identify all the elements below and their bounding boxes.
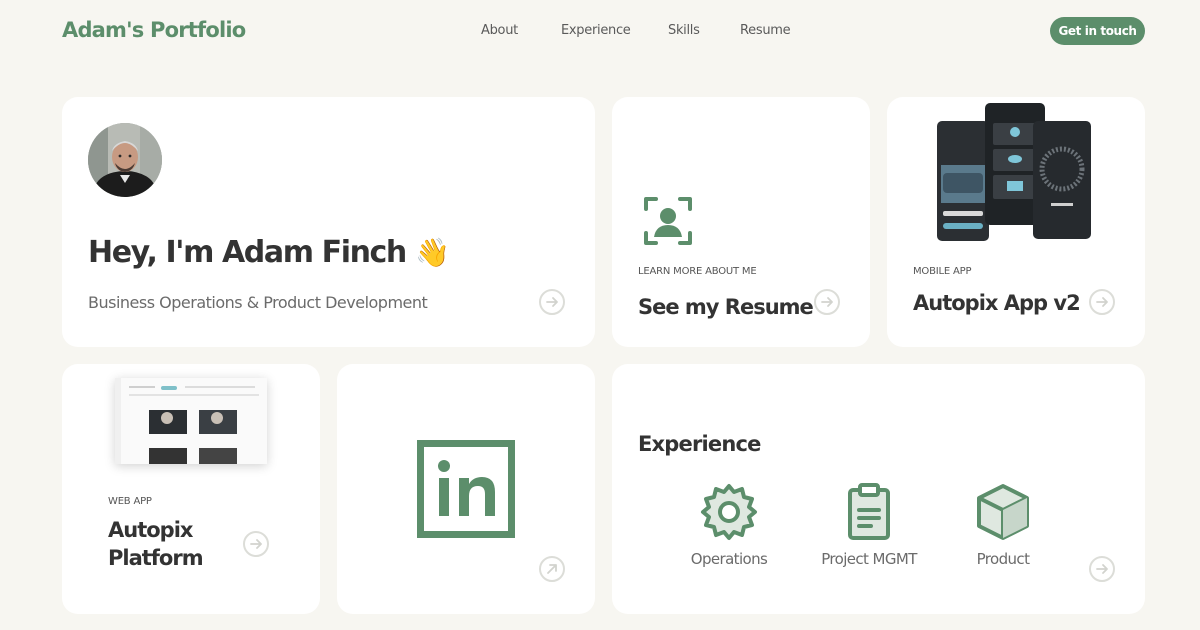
hero-title: Hey, I'm Adam Finch 👋 — [88, 235, 450, 270]
linkedin-card[interactable] — [337, 364, 595, 614]
top-nav: Adam's Portfolio About Experience Skills… — [0, 0, 1200, 62]
nav-link-experience[interactable]: Experience — [561, 23, 631, 38]
mobile-app-title: Autopix App v2 — [913, 291, 1081, 315]
experience-label: Product — [976, 550, 1030, 568]
arrow-up-right-icon — [547, 564, 557, 574]
experience-label: Project MGMT — [821, 550, 917, 568]
nav-link-resume[interactable]: Resume — [740, 23, 791, 38]
clipboard-icon — [848, 483, 890, 540]
resume-title: See my Resume — [638, 295, 814, 319]
experience-item-project-mgmt[interactable]: Project MGMT — [809, 482, 929, 568]
experience-item-product[interactable]: Product — [948, 482, 1058, 568]
experience-card[interactable]: Experience Operations Project MGMT Produ… — [612, 364, 1145, 614]
box-icon — [977, 484, 1029, 540]
mobile-app-card[interactable]: MOBILE APP Autopix App v2 — [887, 97, 1145, 347]
resume-card[interactable]: LEARN MORE ABOUT ME See my Resume — [612, 97, 870, 347]
resume-arrow-button[interactable] — [814, 289, 840, 315]
mobile-app-arrow-button[interactable] — [1089, 289, 1115, 315]
hero-subtitle: Business Operations & Product Developmen… — [88, 293, 428, 312]
experience-item-operations[interactable]: Operations — [674, 482, 784, 568]
web-app-arrow-button[interactable] — [243, 531, 269, 557]
experience-title: Experience — [638, 432, 761, 456]
experience-label: Operations — [690, 550, 768, 568]
hero-card: Hey, I'm Adam Finch 👋 Business Operation… — [62, 97, 595, 347]
linkedin-icon — [417, 440, 515, 538]
nav-link-skills[interactable]: Skills — [668, 23, 700, 38]
arrow-right-icon — [250, 539, 262, 549]
arrow-right-icon — [821, 297, 833, 307]
resume-eyebrow: LEARN MORE ABOUT ME — [638, 266, 757, 277]
arrow-right-icon — [1096, 297, 1108, 307]
web-app-screenshot — [115, 378, 267, 464]
get-in-touch-button[interactable]: Get in touch — [1050, 17, 1145, 45]
user-scan-icon — [644, 197, 692, 245]
avatar — [88, 123, 162, 197]
experience-arrow-button[interactable] — [1089, 556, 1115, 582]
arrow-right-icon — [1096, 564, 1108, 574]
waving-hand-icon: 👋 — [414, 236, 450, 269]
web-app-title: Autopix Platform — [108, 518, 204, 570]
web-app-card[interactable]: WEB APP Autopix Platform — [62, 364, 320, 614]
site-logo[interactable]: Adam's Portfolio — [62, 18, 246, 42]
hero-arrow-button[interactable] — [539, 289, 565, 315]
mobile-app-screenshot — [937, 103, 1097, 243]
mobile-app-eyebrow: MOBILE APP — [913, 266, 972, 277]
nav-link-about[interactable]: About — [481, 23, 518, 38]
web-app-eyebrow: WEB APP — [108, 496, 152, 507]
linkedin-arrow-button[interactable] — [539, 556, 565, 582]
arrow-right-icon — [546, 297, 558, 307]
gear-icon — [701, 484, 757, 540]
